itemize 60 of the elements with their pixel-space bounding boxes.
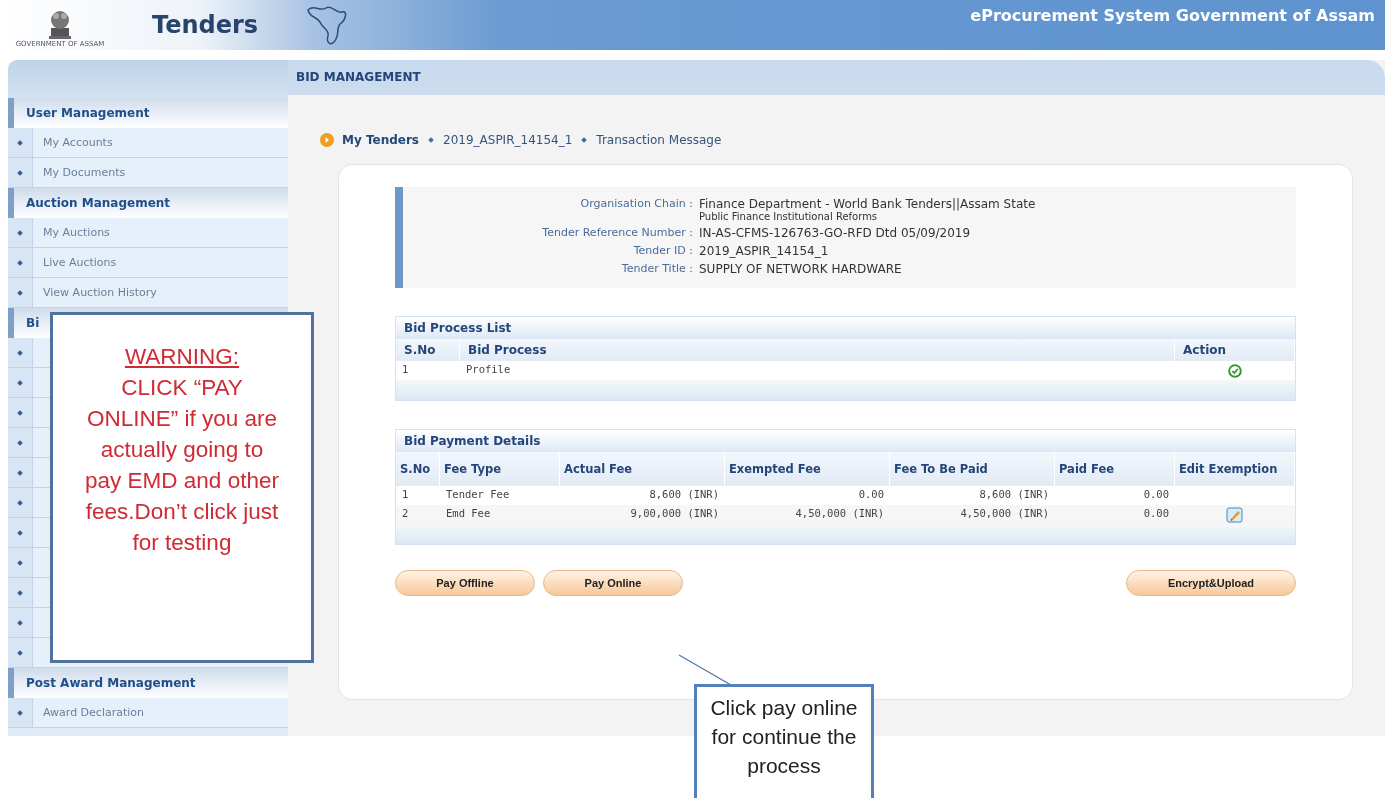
sidebar-item[interactable]: View Auction History <box>43 286 157 299</box>
table-cell-text: 2 <box>401 506 410 521</box>
table-title: Bid Process List <box>396 317 1295 339</box>
breadcrumb-link[interactable]: My Tenders <box>342 133 419 147</box>
sidebar-item[interactable]: Live Auctions <box>43 256 117 269</box>
sidebar-item[interactable]: Award Declaration <box>43 706 145 719</box>
table-cell-text: 9,00,000 (INR) <box>629 506 720 521</box>
breadcrumb-item: Transaction Message <box>596 133 722 147</box>
column-header: S.No <box>396 452 440 486</box>
edit-note-icon[interactable] <box>1226 505 1244 524</box>
sidebar-section-header: Post Award Management <box>8 668 288 698</box>
sidebar-item[interactable]: My Auctions <box>43 226 110 239</box>
column-header: Edit Exemption <box>1175 452 1295 486</box>
table-cell-text: 0.00 <box>857 487 885 502</box>
table-title: Bid Payment Details <box>396 430 1295 452</box>
sidebar-section-header: User Management <box>8 98 288 128</box>
column-header: Actual Fee <box>560 452 725 486</box>
field-value: Finance Department - World Bank Tenders||Assam State <box>699 197 1036 211</box>
callout-text: Click pay online for continue the process <box>709 695 859 779</box>
field-value: IN-AS-CFMS-126763-GO-RFD Dtd 05/09/2019 <box>699 226 971 240</box>
table-cell-text: 1 <box>401 362 410 377</box>
column-header: Paid Fee <box>1055 452 1175 486</box>
breadcrumb-item: 2019_ASPIR_14154_1 <box>443 133 573 147</box>
table-cell-text: 8,600 (INR) <box>978 487 1050 502</box>
table-cell-text: Emd Fee <box>445 506 492 521</box>
field-label: Tender Reference Number : <box>541 226 694 240</box>
field-label: Tender Title : <box>620 262 694 276</box>
sidebar-item[interactable]: My Accounts <box>43 136 113 149</box>
separator-icon <box>427 136 435 144</box>
breadcrumb-icon <box>320 133 334 147</box>
table-cell-text: 0.00 <box>1142 506 1170 521</box>
table-cell-text: 8,600 (INR) <box>648 487 720 502</box>
check-circle-icon[interactable] <box>1228 363 1242 378</box>
sidebar-section-header: Auction Management <box>8 188 288 218</box>
page-title: BID MANAGEMENT <box>288 60 1385 95</box>
action-button[interactable]: Encrypt&Upload <box>1126 570 1296 596</box>
table-cell-text: 4,50,000 (INR) <box>959 506 1050 521</box>
system-title: eProcurement System Government of Assam <box>970 6 1375 25</box>
warning-text: WARNING: CLICK “PAY ONLINE” if you are actually going to pay EMD and other fees.Don’t click just for testing <box>84 343 280 557</box>
table-cell-text: 4,50,000 (INR) <box>794 506 885 521</box>
column-header: Exempted Fee <box>725 452 890 486</box>
sidebar-item[interactable]: My Documents <box>43 166 126 179</box>
table-cell-text: Tender Fee <box>445 487 511 502</box>
field-label: Tender ID : <box>632 244 694 258</box>
table-cell-text: Profile <box>465 362 512 377</box>
action-button[interactable]: Pay Offline <box>395 570 535 596</box>
column-header: Fee Type <box>440 452 560 486</box>
column-header: Action <box>1175 339 1295 361</box>
action-button[interactable]: Pay Online <box>543 570 683 596</box>
field-value: Public Finance Institutional Reforms <box>699 211 879 222</box>
brand-title: Tenders <box>152 11 259 39</box>
table-cell-text: 1 <box>401 487 410 502</box>
field-label: Organisation Chain : <box>579 197 694 212</box>
column-header: Fee To Be Paid <box>890 452 1055 486</box>
field-value: SUPPLY OF NETWORK HARDWARE <box>699 262 902 276</box>
column-header: Bid Process <box>460 339 1175 361</box>
field-value: 2019_ASPIR_14154_1 <box>699 244 829 258</box>
table-cell-text: 0.00 <box>1142 487 1170 502</box>
leader-line <box>678 654 732 686</box>
column-header: S.No <box>396 339 460 361</box>
